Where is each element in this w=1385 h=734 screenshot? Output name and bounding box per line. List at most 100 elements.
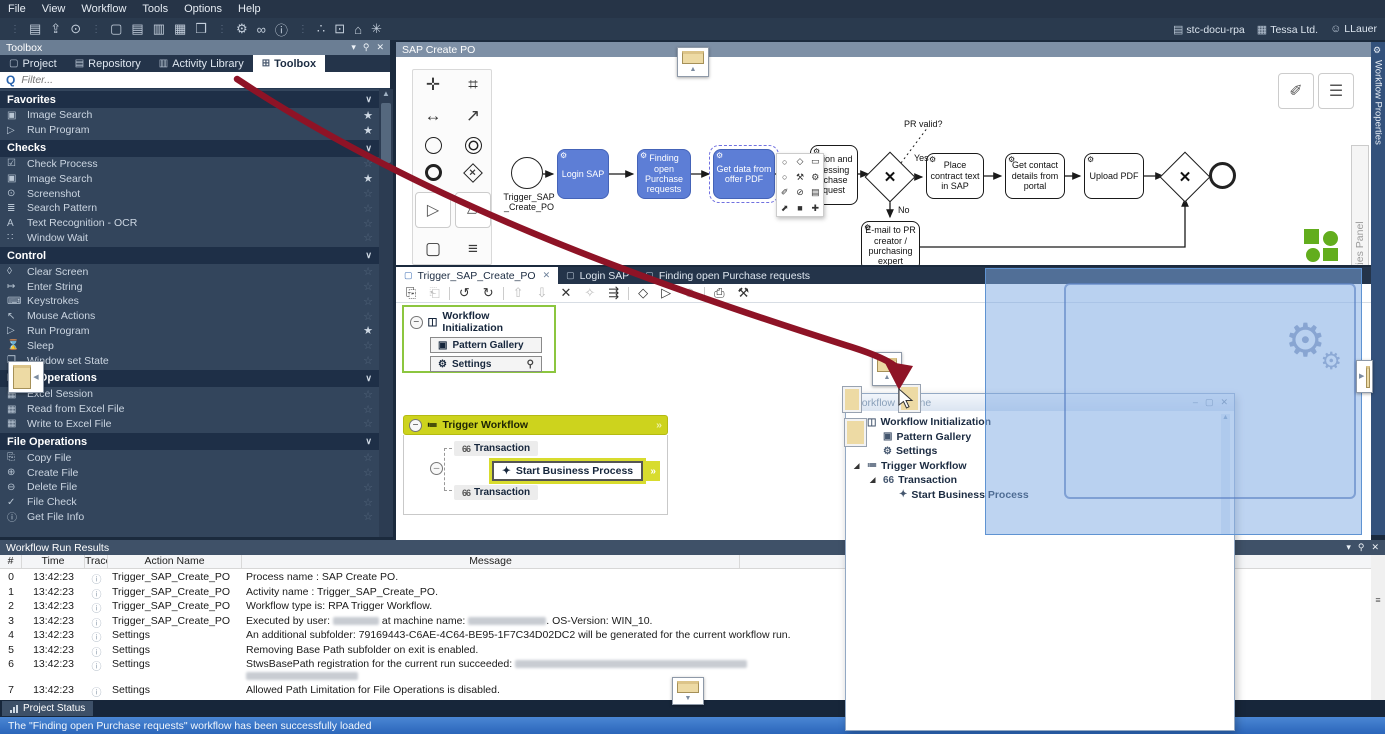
section-header-file-operations[interactable]: File Operations∨ xyxy=(0,433,379,450)
toolbox-item[interactable]: ☑Check Process☆ xyxy=(0,157,379,172)
undo-icon[interactable]: ↺ xyxy=(459,285,470,301)
context-pad-icon[interactable]: ⚙ xyxy=(811,172,819,183)
context-pad-icon[interactable]: ⬈ xyxy=(781,203,789,214)
favorite-star-icon[interactable]: ☆ xyxy=(363,187,373,200)
context-pad[interactable]: ○◇▭○⚒⚙✐⊘▤⬈■✚ xyxy=(776,153,824,217)
trash-icon[interactable]: ⊘ xyxy=(684,285,695,301)
favorite-star-icon[interactable]: ☆ xyxy=(363,388,373,401)
company-indicator[interactable]: ▦Tessa Ltd. xyxy=(1257,23,1318,36)
section-header-checks[interactable]: Checks∨ xyxy=(0,140,379,157)
delete-icon[interactable]: ✕ xyxy=(560,285,571,301)
run-results-scrollbar[interactable]: ≡ xyxy=(1371,555,1385,700)
toolbox-item[interactable]: ▦Write to Excel File☆ xyxy=(0,417,379,432)
toolbox-item[interactable]: AText Recognition - OCR☆ xyxy=(0,216,379,231)
context-pad-icon[interactable]: ▤ xyxy=(811,187,820,198)
favorite-star-icon[interactable]: ☆ xyxy=(363,339,373,352)
column-header-#[interactable]: # xyxy=(0,555,22,568)
workflow-initialization-block[interactable]: –◫Workflow Initialization ▣Pattern Galle… xyxy=(402,305,556,373)
editor-tab-trigger_sap_create_po[interactable]: ▢Trigger_SAP_Create_PO✕ xyxy=(396,267,558,284)
close-icon[interactable]: ✕ xyxy=(1371,542,1379,553)
wand-icon[interactable]: ✧ xyxy=(584,285,595,301)
toolbox-tab-repository[interactable]: ▤Repository xyxy=(66,55,150,72)
column-header-action-name[interactable]: Action Name xyxy=(108,555,242,568)
favorite-star-icon[interactable]: ☆ xyxy=(363,265,373,278)
flow-icon[interactable]: ∴ xyxy=(317,21,325,37)
chevron-down-icon[interactable]: ∨ xyxy=(365,373,372,384)
menu-item-view[interactable]: View xyxy=(42,3,66,15)
package-icon[interactable]: ❒ xyxy=(195,21,207,37)
collapse-icon[interactable]: – xyxy=(410,316,423,329)
menu-item-workflow[interactable]: Workflow xyxy=(81,3,126,15)
favorite-star-icon[interactable]: ☆ xyxy=(363,280,373,293)
toolbox-scrollbar[interactable]: ▲ xyxy=(379,89,393,537)
task-get-data[interactable]: ⚙Get data from offer PDF xyxy=(713,149,775,199)
new-window-icon[interactable]: ✳ xyxy=(371,21,382,37)
favorite-star-icon[interactable]: ★ xyxy=(363,172,373,185)
verify-icon[interactable]: ⊙ xyxy=(70,21,81,37)
toolbox-item[interactable]: ≣Search Pattern☆ xyxy=(0,201,379,216)
diagram-menu-button[interactable]: ☰ xyxy=(1318,73,1354,109)
column-header-time[interactable]: Time xyxy=(22,555,85,568)
pin-icon[interactable]: ⚲ xyxy=(1358,542,1365,553)
collapse-icon[interactable]: – xyxy=(430,462,443,475)
context-pad-icon[interactable]: ✚ xyxy=(812,203,820,214)
section-header-excel-operations[interactable]: Excel Operations∨ xyxy=(0,370,379,387)
pin-icon[interactable]: ⚲ xyxy=(363,42,370,53)
copy-icon[interactable]: ⎘ xyxy=(406,285,416,301)
editor-tab-finding-open-purchase-requests[interactable]: ▢Finding open Purchase requests xyxy=(637,267,818,284)
favorite-star-icon[interactable]: ☆ xyxy=(363,496,373,509)
toolbox-item[interactable]: ⌨Keystrokes☆ xyxy=(0,294,379,309)
context-pad-icon[interactable]: ✐ xyxy=(781,187,789,198)
chevron-down-icon[interactable]: ∨ xyxy=(365,143,372,154)
favorite-star-icon[interactable]: ☆ xyxy=(363,354,373,367)
favorite-star-icon[interactable]: ☆ xyxy=(363,466,373,479)
collapse-icon[interactable]: – xyxy=(409,419,422,432)
settings-button[interactable]: ⚙Settings⚲ xyxy=(430,356,542,372)
toolbox-tab-project[interactable]: ▢Project xyxy=(0,55,66,72)
toolbox-item[interactable]: ▷Run Program★ xyxy=(0,324,379,339)
toolbox-tab-toolbox[interactable]: ⊞Toolbox xyxy=(253,55,325,72)
end-event[interactable] xyxy=(1209,162,1236,189)
favorite-star-icon[interactable]: ☆ xyxy=(363,510,373,523)
toolbox-item[interactable]: ◊Clear Screen☆ xyxy=(0,264,379,279)
start-business-process-item[interactable]: ✦Start Business Process » xyxy=(492,461,660,481)
section-header-control[interactable]: Control∨ xyxy=(0,247,379,264)
dropdown-icon[interactable]: ▾ xyxy=(351,42,356,53)
context-pad-icon[interactable]: ○ xyxy=(782,157,787,167)
menu-item-file[interactable]: File xyxy=(8,3,26,15)
favorite-star-icon[interactable]: ☆ xyxy=(363,451,373,464)
toolbox-item[interactable]: ∷Window Wait☆ xyxy=(0,231,379,246)
chevron-down-icon[interactable]: ∨ xyxy=(365,250,372,261)
tab-workflow-properties[interactable]: ⚙ Workflow Properties xyxy=(1371,42,1385,535)
redo-icon[interactable]: ↻ xyxy=(483,285,494,301)
toolbox-item[interactable]: ⊕Create File☆ xyxy=(0,465,379,480)
tab-project-status[interactable]: Project Status xyxy=(2,701,93,716)
library-icon[interactable]: ▥ xyxy=(153,21,165,37)
monitor-icon[interactable]: ⊡ xyxy=(334,21,345,37)
favorite-star-icon[interactable]: ★ xyxy=(363,324,373,337)
favorite-star-icon[interactable]: ☆ xyxy=(363,403,373,416)
export-icon[interactable]: ⇶ xyxy=(608,285,619,301)
column-header-message[interactable]: Message xyxy=(242,555,740,568)
toolbox-item[interactable]: ⓘGet File Info☆ xyxy=(0,510,379,525)
breakpoint-icon[interactable]: ◇ xyxy=(638,285,648,301)
task-upload-pdf[interactable]: ⚙Upload PDF xyxy=(1084,153,1144,199)
bpmn-canvas[interactable]: ✛ ⌗ ↔ ↗ ✕ ▷ ▱ ▢ ≡ xyxy=(396,57,1371,265)
task-finding-open[interactable]: ⚙Finding open Purchase requests xyxy=(637,149,691,199)
report-icon[interactable]: ▦ xyxy=(174,21,186,37)
theme-brush-button[interactable]: ✐ xyxy=(1278,73,1314,109)
move-up-icon[interactable]: ⇧ xyxy=(513,285,524,301)
close-tab-icon[interactable]: ✕ xyxy=(543,270,551,281)
menu-item-tools[interactable]: Tools xyxy=(142,3,168,15)
favorite-star-icon[interactable]: ☆ xyxy=(363,417,373,430)
menu-item-options[interactable]: Options xyxy=(184,3,222,15)
expander-icon[interactable]: ◢ xyxy=(870,476,879,484)
filter-input[interactable] xyxy=(21,74,384,86)
toolbox-item[interactable]: ↦Enter String☆ xyxy=(0,279,379,294)
chevron-more-icon[interactable]: » xyxy=(646,461,660,481)
expander-icon[interactable]: ◢ xyxy=(854,462,863,470)
toolbox-item[interactable]: ⎘Copy File☆ xyxy=(0,450,379,465)
toolbox-tab-activity-library[interactable]: ▥Activity Library xyxy=(150,55,253,72)
tab-properties-panel[interactable]: Properties Panel xyxy=(1351,145,1369,265)
column-header-trace[interactable]: Trace xyxy=(85,555,108,568)
